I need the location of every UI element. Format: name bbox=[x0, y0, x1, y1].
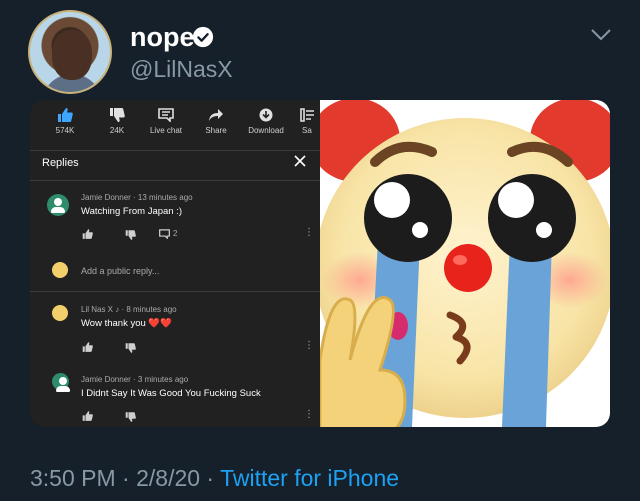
dislike-action[interactable]: 24K bbox=[92, 108, 142, 135]
share-action[interactable]: Share bbox=[191, 108, 241, 135]
tweet-source-link[interactable]: Twitter for iPhone bbox=[220, 465, 399, 491]
thumbs-up-icon[interactable] bbox=[82, 411, 93, 421]
thumbs-down-icon[interactable] bbox=[125, 412, 136, 422]
like-action[interactable]: 574K bbox=[40, 108, 90, 135]
tweet-timestamp[interactable]: 3:50 PM · 2/8/20 · bbox=[30, 465, 220, 491]
divider bbox=[30, 291, 320, 292]
share-icon bbox=[209, 109, 223, 121]
commenter-avatar[interactable] bbox=[52, 305, 68, 321]
more-options-icon[interactable]: ⋮ bbox=[304, 340, 314, 351]
reply-count: 2 bbox=[173, 229, 178, 238]
display-name[interactable]: nope bbox=[130, 22, 195, 53]
video-action-bar: 574K 24K Live chat Share Download Sa bbox=[30, 100, 320, 145]
comment-text: I Didnt Say It Was Good You Fucking Suck bbox=[81, 388, 261, 399]
profile-avatar[interactable] bbox=[28, 10, 112, 94]
chat-icon bbox=[158, 108, 174, 122]
thumbs-up-icon[interactable] bbox=[82, 229, 93, 239]
more-options-icon[interactable]: ⋮ bbox=[304, 409, 314, 420]
comment-text: Watching From Japan :) bbox=[81, 206, 183, 217]
thumbs-down-icon bbox=[110, 108, 125, 122]
like-count: 574K bbox=[55, 126, 75, 135]
live-chat-action[interactable]: Live chat bbox=[141, 108, 191, 135]
commenter-avatar[interactable] bbox=[47, 194, 69, 216]
save-label: Sa bbox=[302, 126, 312, 135]
download-icon bbox=[259, 108, 273, 122]
emoji-image bbox=[310, 100, 610, 427]
youtube-screenshot: 574K 24K Live chat Share Download Sa Rep… bbox=[30, 100, 320, 427]
share-label: Share bbox=[205, 126, 227, 135]
save-icon bbox=[300, 108, 314, 122]
comment-meta: Jamie Donner · 3 minutes ago bbox=[81, 375, 189, 384]
replies-header: Replies bbox=[30, 150, 320, 178]
live-chat-label: Live chat bbox=[149, 126, 183, 135]
tweet-footer: 3:50 PM · 2/8/20 · Twitter for iPhone bbox=[30, 465, 399, 492]
comment-meta: Jamie Donner · 13 minutes ago bbox=[81, 193, 193, 202]
save-action[interactable]: Sa bbox=[292, 108, 322, 135]
dislike-count: 24K bbox=[109, 126, 125, 135]
verified-badge-icon bbox=[192, 26, 214, 48]
tweet-media[interactable]: 574K 24K Live chat Share Download Sa Rep… bbox=[30, 100, 610, 427]
pleading-clown-face-emoji bbox=[310, 100, 610, 427]
user-handle[interactable]: @LilNasX bbox=[130, 56, 233, 83]
chevron-down-icon[interactable] bbox=[590, 28, 612, 42]
replies-title: Replies bbox=[42, 157, 79, 169]
divider bbox=[30, 180, 320, 181]
thumbs-down-icon[interactable] bbox=[125, 343, 136, 353]
thumbs-down-icon[interactable] bbox=[125, 230, 136, 240]
add-reply-input[interactable]: Add a public reply... bbox=[81, 266, 159, 276]
more-options-icon[interactable]: ⋮ bbox=[304, 227, 314, 238]
close-icon[interactable] bbox=[293, 154, 307, 168]
comment-text: Wow thank you ❤️❤️ bbox=[81, 318, 173, 329]
thumbs-up-icon[interactable] bbox=[82, 342, 93, 352]
download-label: Download bbox=[248, 126, 284, 135]
commenter-avatar[interactable] bbox=[52, 373, 70, 392]
avatar-face bbox=[52, 30, 92, 80]
chat-icon[interactable] bbox=[159, 229, 170, 239]
user-avatar bbox=[52, 262, 68, 278]
comment-meta: Lil Nas X ♪ · 8 minutes ago bbox=[81, 305, 177, 314]
thumbs-up-icon bbox=[58, 108, 73, 122]
download-action[interactable]: Download bbox=[241, 108, 291, 135]
